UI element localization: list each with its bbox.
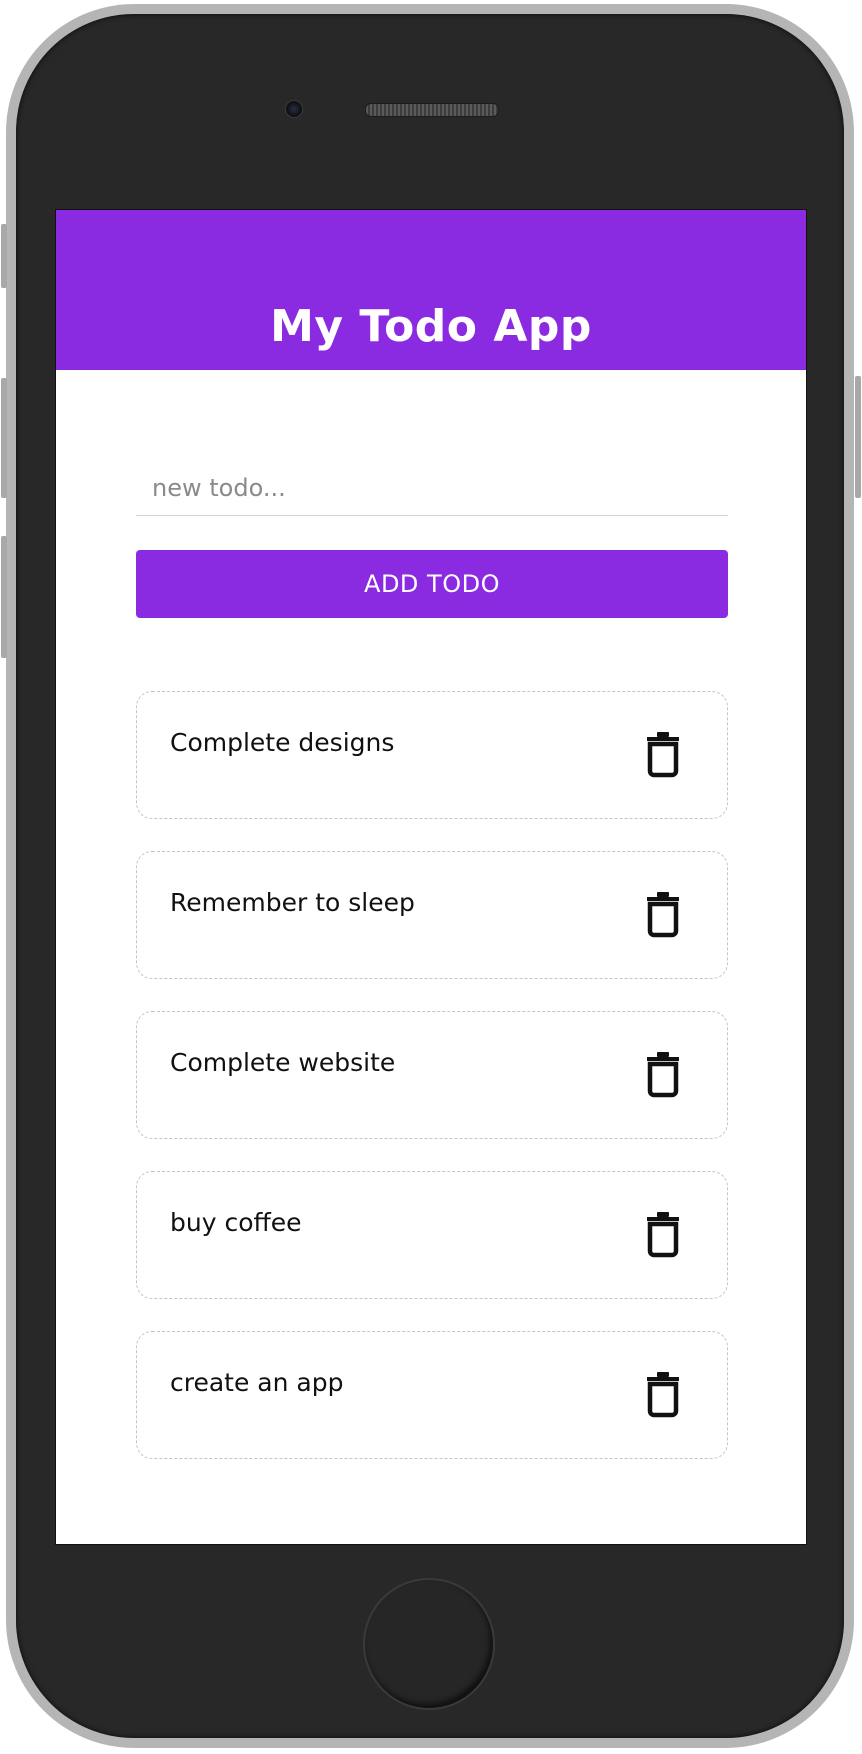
app-screen: My Todo App ADD TODO Complete designs Re… — [55, 209, 807, 1545]
todo-text: Remember to sleep — [170, 888, 415, 917]
power-button — [855, 376, 861, 498]
page-title: My Todo App — [270, 301, 592, 352]
trash-icon[interactable] — [643, 1210, 683, 1258]
todo-item: Complete designs — [136, 691, 728, 819]
todo-list: Complete designs Remember to sleep Compl… — [136, 691, 728, 1491]
trash-icon[interactable] — [643, 1370, 683, 1418]
volume-down-button — [1, 536, 7, 658]
silent-switch — [1, 224, 7, 288]
todo-item: Remember to sleep — [136, 851, 728, 979]
todo-item: buy coffee — [136, 1171, 728, 1299]
home-button[interactable] — [365, 1580, 493, 1708]
todo-text: Complete designs — [170, 728, 395, 757]
app-header: My Todo App — [56, 210, 806, 370]
new-todo-input[interactable] — [136, 460, 728, 516]
volume-up-button — [1, 378, 7, 498]
trash-icon[interactable] — [643, 1050, 683, 1098]
todo-text: buy coffee — [170, 1208, 302, 1237]
todo-item: create an app — [136, 1331, 728, 1459]
todo-text: Complete website — [170, 1048, 396, 1077]
front-camera — [285, 100, 303, 118]
add-todo-button[interactable]: ADD TODO — [136, 550, 728, 618]
todo-item: Complete website — [136, 1011, 728, 1139]
trash-icon[interactable] — [643, 730, 683, 778]
earpiece-speaker — [365, 103, 499, 117]
trash-icon[interactable] — [643, 890, 683, 938]
todo-text: create an app — [170, 1368, 344, 1397]
